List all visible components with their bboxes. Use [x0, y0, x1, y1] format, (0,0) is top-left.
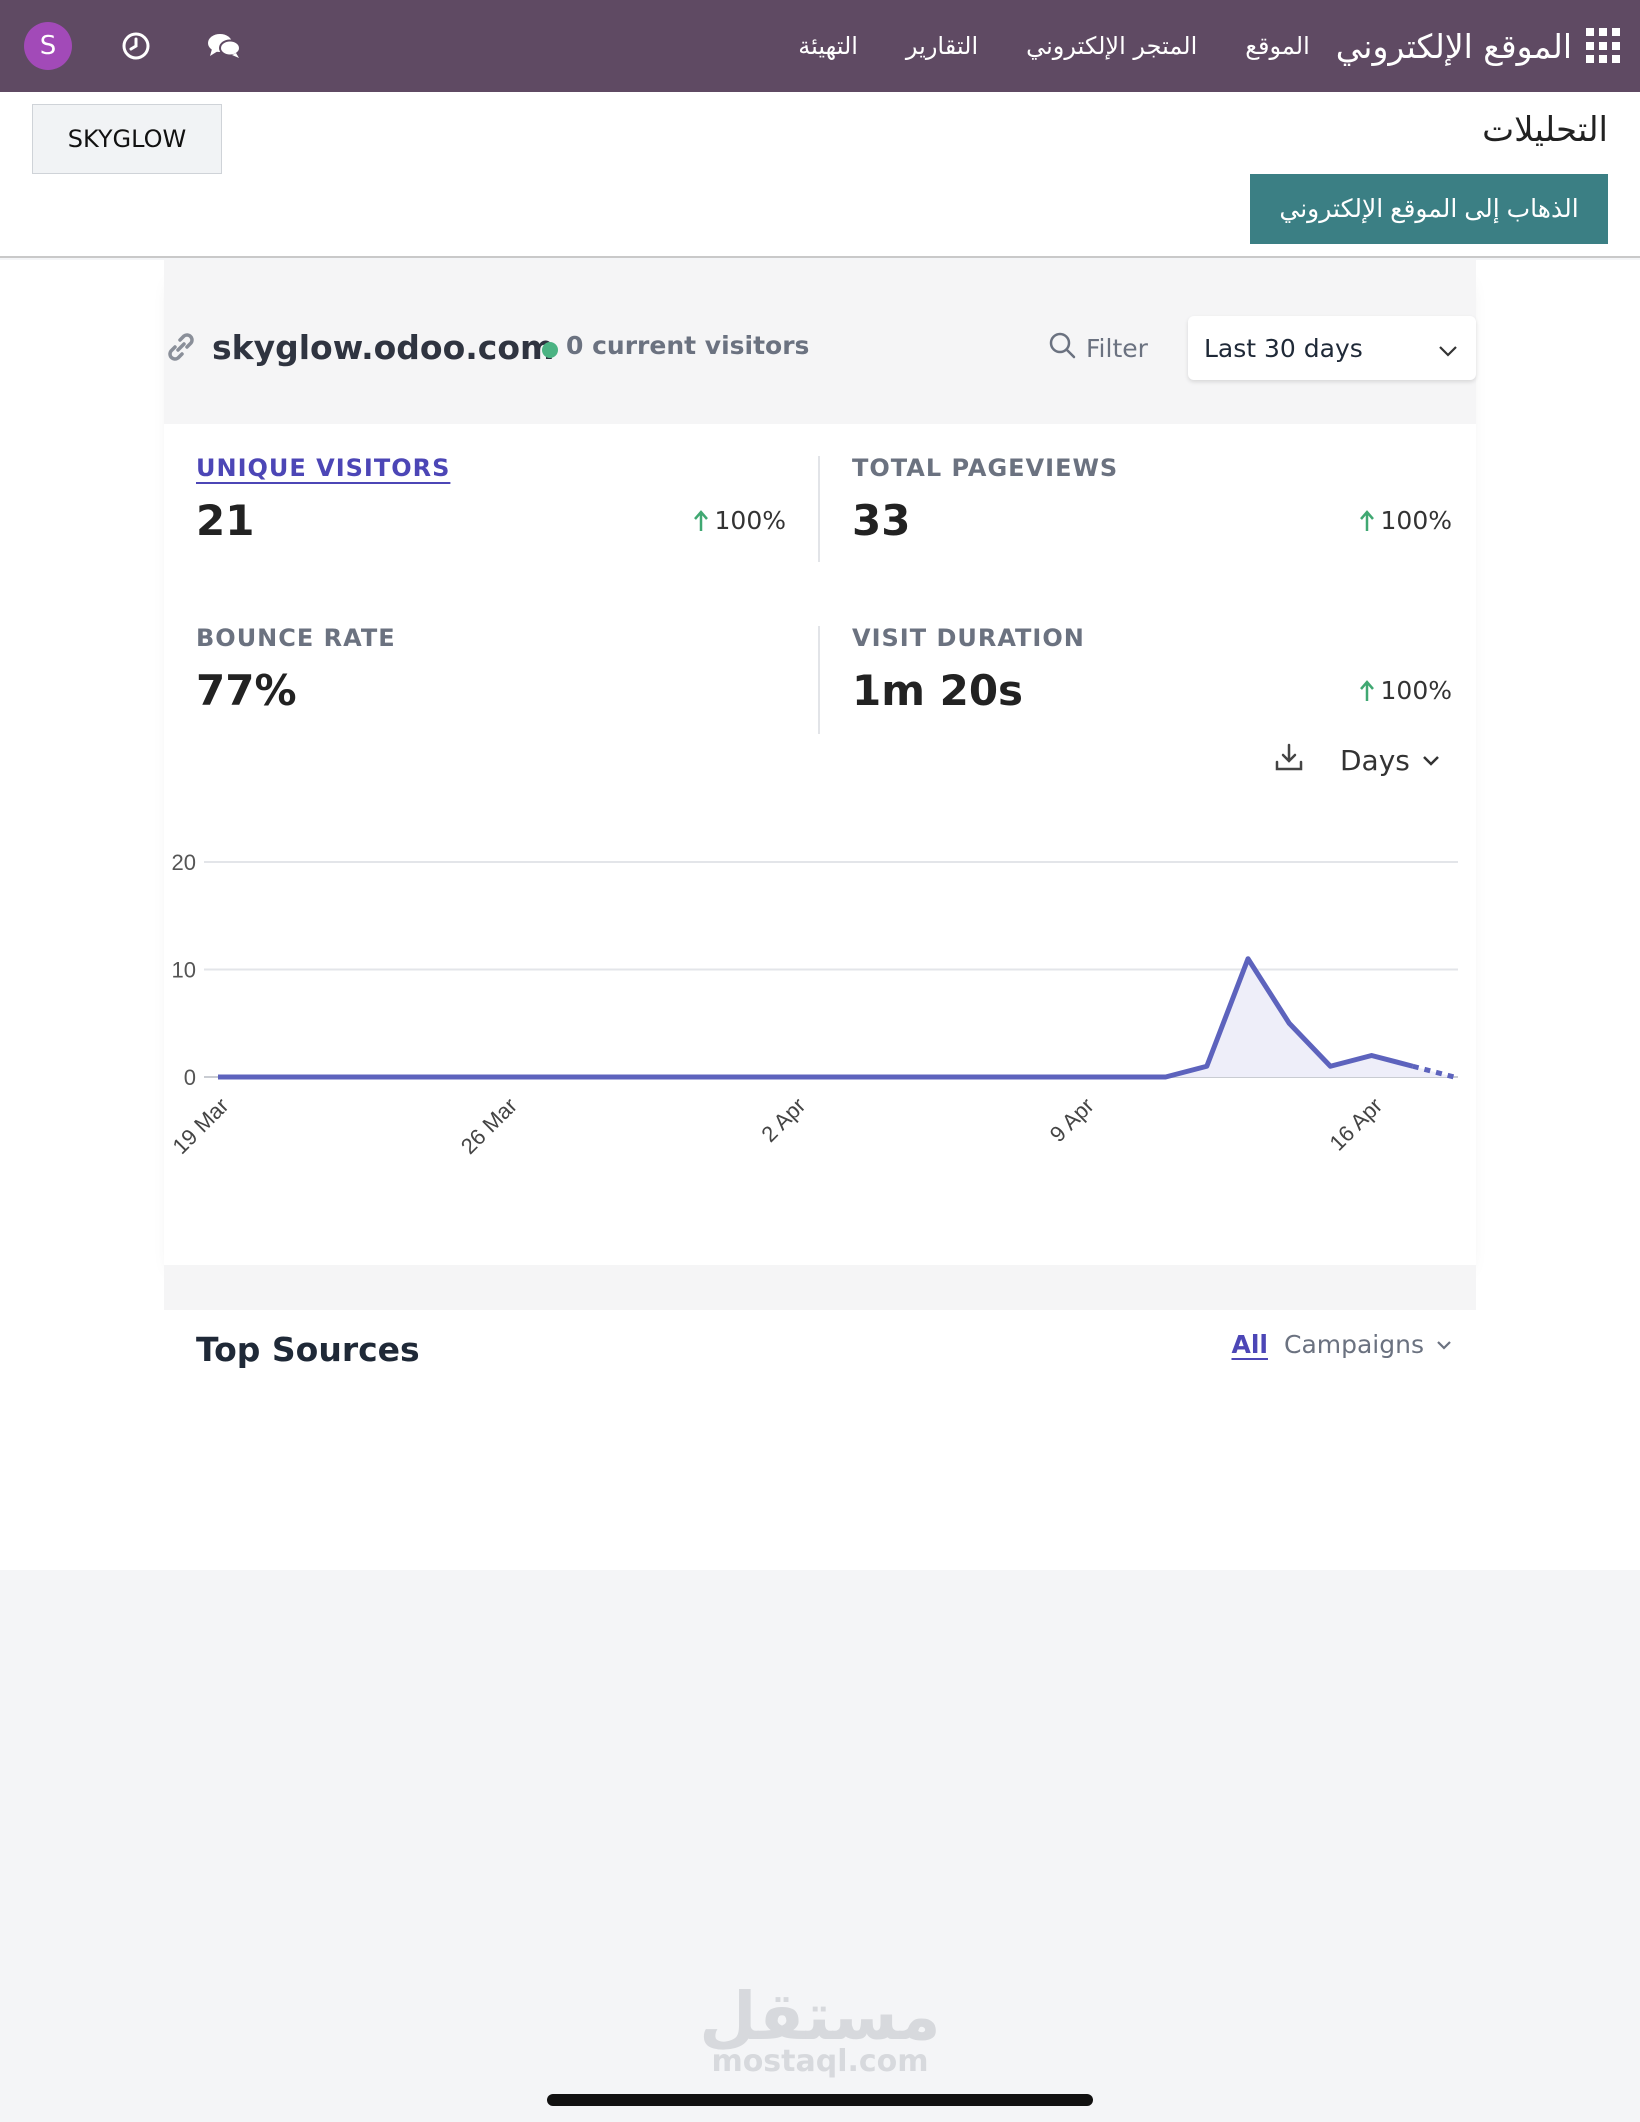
site-domain[interactable]: skyglow.odoo.com — [212, 328, 554, 367]
x-tick-label: 26 Mar — [456, 1093, 522, 1159]
current-visitors[interactable]: 0 current visitors — [566, 331, 809, 360]
clock-icon[interactable] — [112, 22, 160, 70]
menu-item-ecommerce[interactable]: المتجر الإلكتروني — [1026, 32, 1197, 60]
interval-select[interactable]: Days — [1340, 744, 1440, 777]
stat-label: BOUNCE RATE — [196, 624, 396, 652]
stat-label: TOTAL PAGEVIEWS — [852, 454, 1119, 482]
stat-label: UNIQUE VISITORS — [196, 454, 451, 482]
y-tick-label: 10 — [172, 958, 196, 983]
tab-all[interactable]: All — [1231, 1330, 1268, 1359]
x-tick-label: 16 Apr — [1324, 1093, 1387, 1156]
chart-svg: 0 10 20 19 Mar 26 Mar 2 Apr 9 Apr 16 Apr — [167, 850, 1458, 1159]
sources-tabs: All Campaigns — [1231, 1330, 1452, 1359]
avatar-letter: S — [39, 31, 57, 61]
period-select[interactable]: Last 30 days — [1188, 316, 1476, 380]
stat-change: 100% — [693, 506, 786, 535]
stat-change: 100% — [1359, 506, 1452, 535]
chat-icon[interactable] — [200, 22, 248, 70]
section-gap — [164, 1265, 1476, 1311]
stat-total-pageviews[interactable]: TOTAL PAGEVIEWS 33 100% — [852, 454, 1452, 545]
live-status-dot — [542, 342, 558, 358]
watermark-latin: mostaql.com — [711, 2044, 929, 2079]
stat-value: 77% — [196, 666, 297, 715]
stat-divider — [818, 626, 820, 734]
site-header: skyglow.odoo.com 0 current visitors Filt… — [164, 260, 1476, 424]
link-icon — [164, 330, 198, 368]
filter-label: Filter — [1086, 333, 1148, 363]
filter-button[interactable]: Filter — [1048, 328, 1148, 368]
apps-icon[interactable] — [1586, 28, 1622, 64]
stat-change: 100% — [1359, 676, 1452, 705]
menu-item-website[interactable]: الموقع — [1245, 32, 1310, 60]
period-value: Last 30 days — [1204, 333, 1363, 363]
top-navbar: S الموقع الإلكتروني الموقع المتجر الإلكت… — [0, 0, 1640, 92]
control-panel: التحليلات الذهاب إلى الموقع الإلكتروني S… — [0, 92, 1640, 258]
stat-bounce-rate[interactable]: BOUNCE RATE 77% — [196, 624, 786, 715]
top-sources-title: Top Sources — [196, 1330, 420, 1369]
chevron-down-icon — [1437, 1340, 1451, 1350]
page-title: التحليلات — [1482, 110, 1608, 150]
stat-visit-duration[interactable]: VISIT DURATION 1m 20s 100% — [852, 624, 1452, 715]
x-tick-label: 9 Apr — [1045, 1093, 1099, 1147]
download-icon[interactable] — [1274, 742, 1304, 779]
menu-item-configuration[interactable]: التهيئة — [798, 32, 858, 60]
company-switch-button[interactable]: SKYGLOW — [32, 104, 222, 174]
navbar-systray: S — [24, 0, 248, 92]
analytics-card: skyglow.odoo.com 0 current visitors Filt… — [164, 260, 1476, 1265]
navbar-menu: الموقع الإلكتروني الموقع المتجر الإلكترو… — [750, 0, 1622, 92]
chart-toolbar: Days — [1274, 742, 1440, 779]
stat-divider — [818, 456, 820, 562]
x-tick-label: 19 Mar — [167, 1093, 233, 1159]
visitors-chart: 0 10 20 19 Mar 26 Mar 2 Apr 9 Apr 16 Apr — [164, 790, 1476, 1210]
search-icon — [1048, 331, 1076, 365]
y-tick-label: 0 — [184, 1065, 196, 1090]
tab-campaigns[interactable]: Campaigns — [1284, 1330, 1452, 1359]
chevron-down-icon — [1423, 755, 1439, 766]
go-to-website-button[interactable]: الذهاب إلى الموقع الإلكتروني — [1250, 174, 1608, 244]
user-avatar[interactable]: S — [24, 22, 72, 70]
menu-item-reporting[interactable]: التقارير — [906, 32, 978, 60]
y-tick-label: 20 — [172, 850, 196, 875]
arrow-up-icon — [1359, 679, 1374, 701]
chevron-down-icon — [1438, 334, 1458, 363]
top-sources-header: Top Sources All Campaigns — [164, 1310, 1476, 1390]
app-brand[interactable]: الموقع الإلكتروني — [1336, 27, 1572, 66]
arrow-up-icon — [1359, 509, 1374, 531]
arrow-up-icon — [693, 509, 708, 531]
stat-unique-visitors[interactable]: UNIQUE VISITORS 21 100% — [196, 454, 786, 545]
home-indicator — [547, 2094, 1093, 2106]
interval-label: Days — [1340, 744, 1410, 777]
stat-label: VISIT DURATION — [852, 624, 1085, 652]
analytics-dashboard: skyglow.odoo.com 0 current visitors Filt… — [0, 260, 1640, 1570]
x-tick-label: 2 Apr — [756, 1093, 810, 1147]
series-area — [218, 958, 1454, 1077]
